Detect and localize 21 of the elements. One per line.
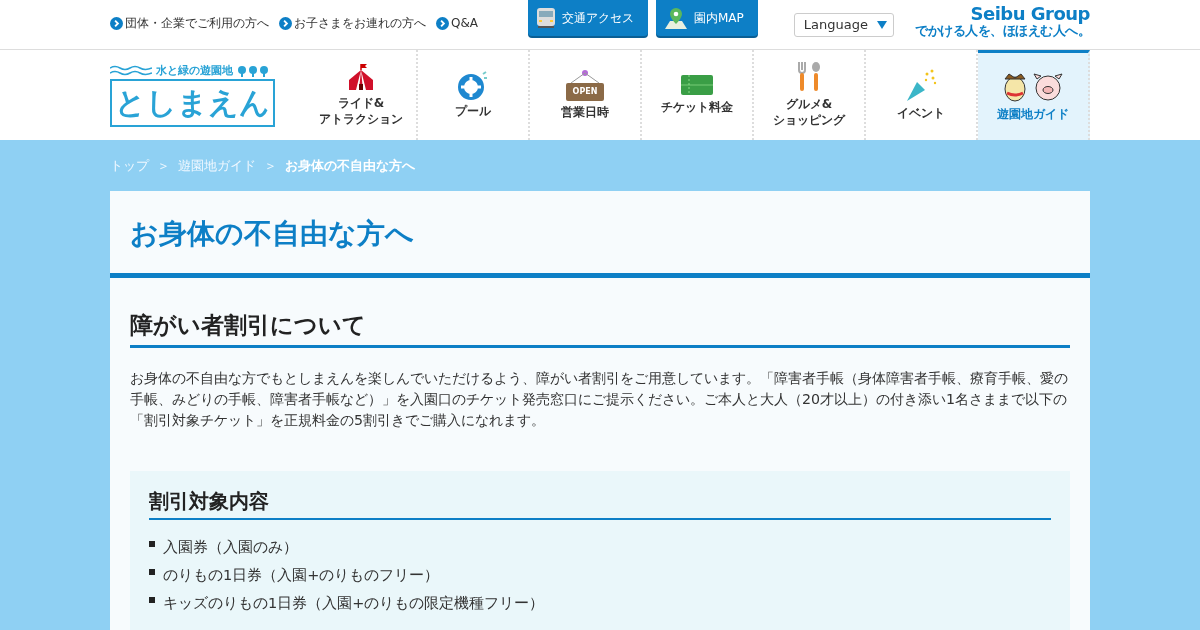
- list-item: キッズのりもの1日券（入園+のりもの限定機種フリー）: [163, 594, 545, 614]
- top-link[interactable]: Q&A: [436, 14, 478, 32]
- panel-heading: 割引対象内容: [149, 489, 1051, 521]
- breadcrumb-separator: ＞: [264, 156, 277, 175]
- top-link[interactable]: お子さまをお連れの方へ: [279, 14, 426, 32]
- header-button[interactable]: 園内MAP: [656, 0, 758, 36]
- logo-tagline: 水と緑の遊園地: [156, 62, 233, 79]
- section-paragraph: お身体の不自由な方でもとしまえんを楽しんでいただけるよう、障がい者割引をご用意しています。「障害者手帳（身体障害者手帳、療育手帳、愛の手帳、みどりの手帳、障害者手帳など）」を入園口のチケット発売窓口にご提示ください。ご本人と大人（20才以上）の付き添い1名さままで以下の「割引対象チケット」を正規料金の5割引きでご購入になれます。: [130, 369, 1069, 431]
- header-button[interactable]: 交通アクセス: [528, 0, 648, 36]
- open-sign: OPEN: [566, 83, 604, 102]
- language-select[interactable]: Language: [793, 13, 894, 37]
- breadcrumb-separator: ＞: [157, 156, 170, 175]
- group-logo[interactable]: Seibu Group: [915, 5, 1090, 23]
- breadcrumb-current: お身体の不自由な方へ: [285, 156, 415, 175]
- list-item: 入園券（入園のみ）: [163, 538, 298, 558]
- group-tagline: でかける人を、ほほえむ人へ。: [915, 23, 1090, 38]
- list-item: のりもの1日券（入園+のりものフリー）: [163, 566, 440, 586]
- page-title: お身体の不自由な方へ: [110, 191, 1090, 278]
- top-link[interactable]: 団体・企業でご利用の方へ: [110, 14, 269, 32]
- nav-tab[interactable]: 遊園地ガイド: [978, 50, 1090, 140]
- section-heading: 障がい者割引について: [130, 311, 1070, 349]
